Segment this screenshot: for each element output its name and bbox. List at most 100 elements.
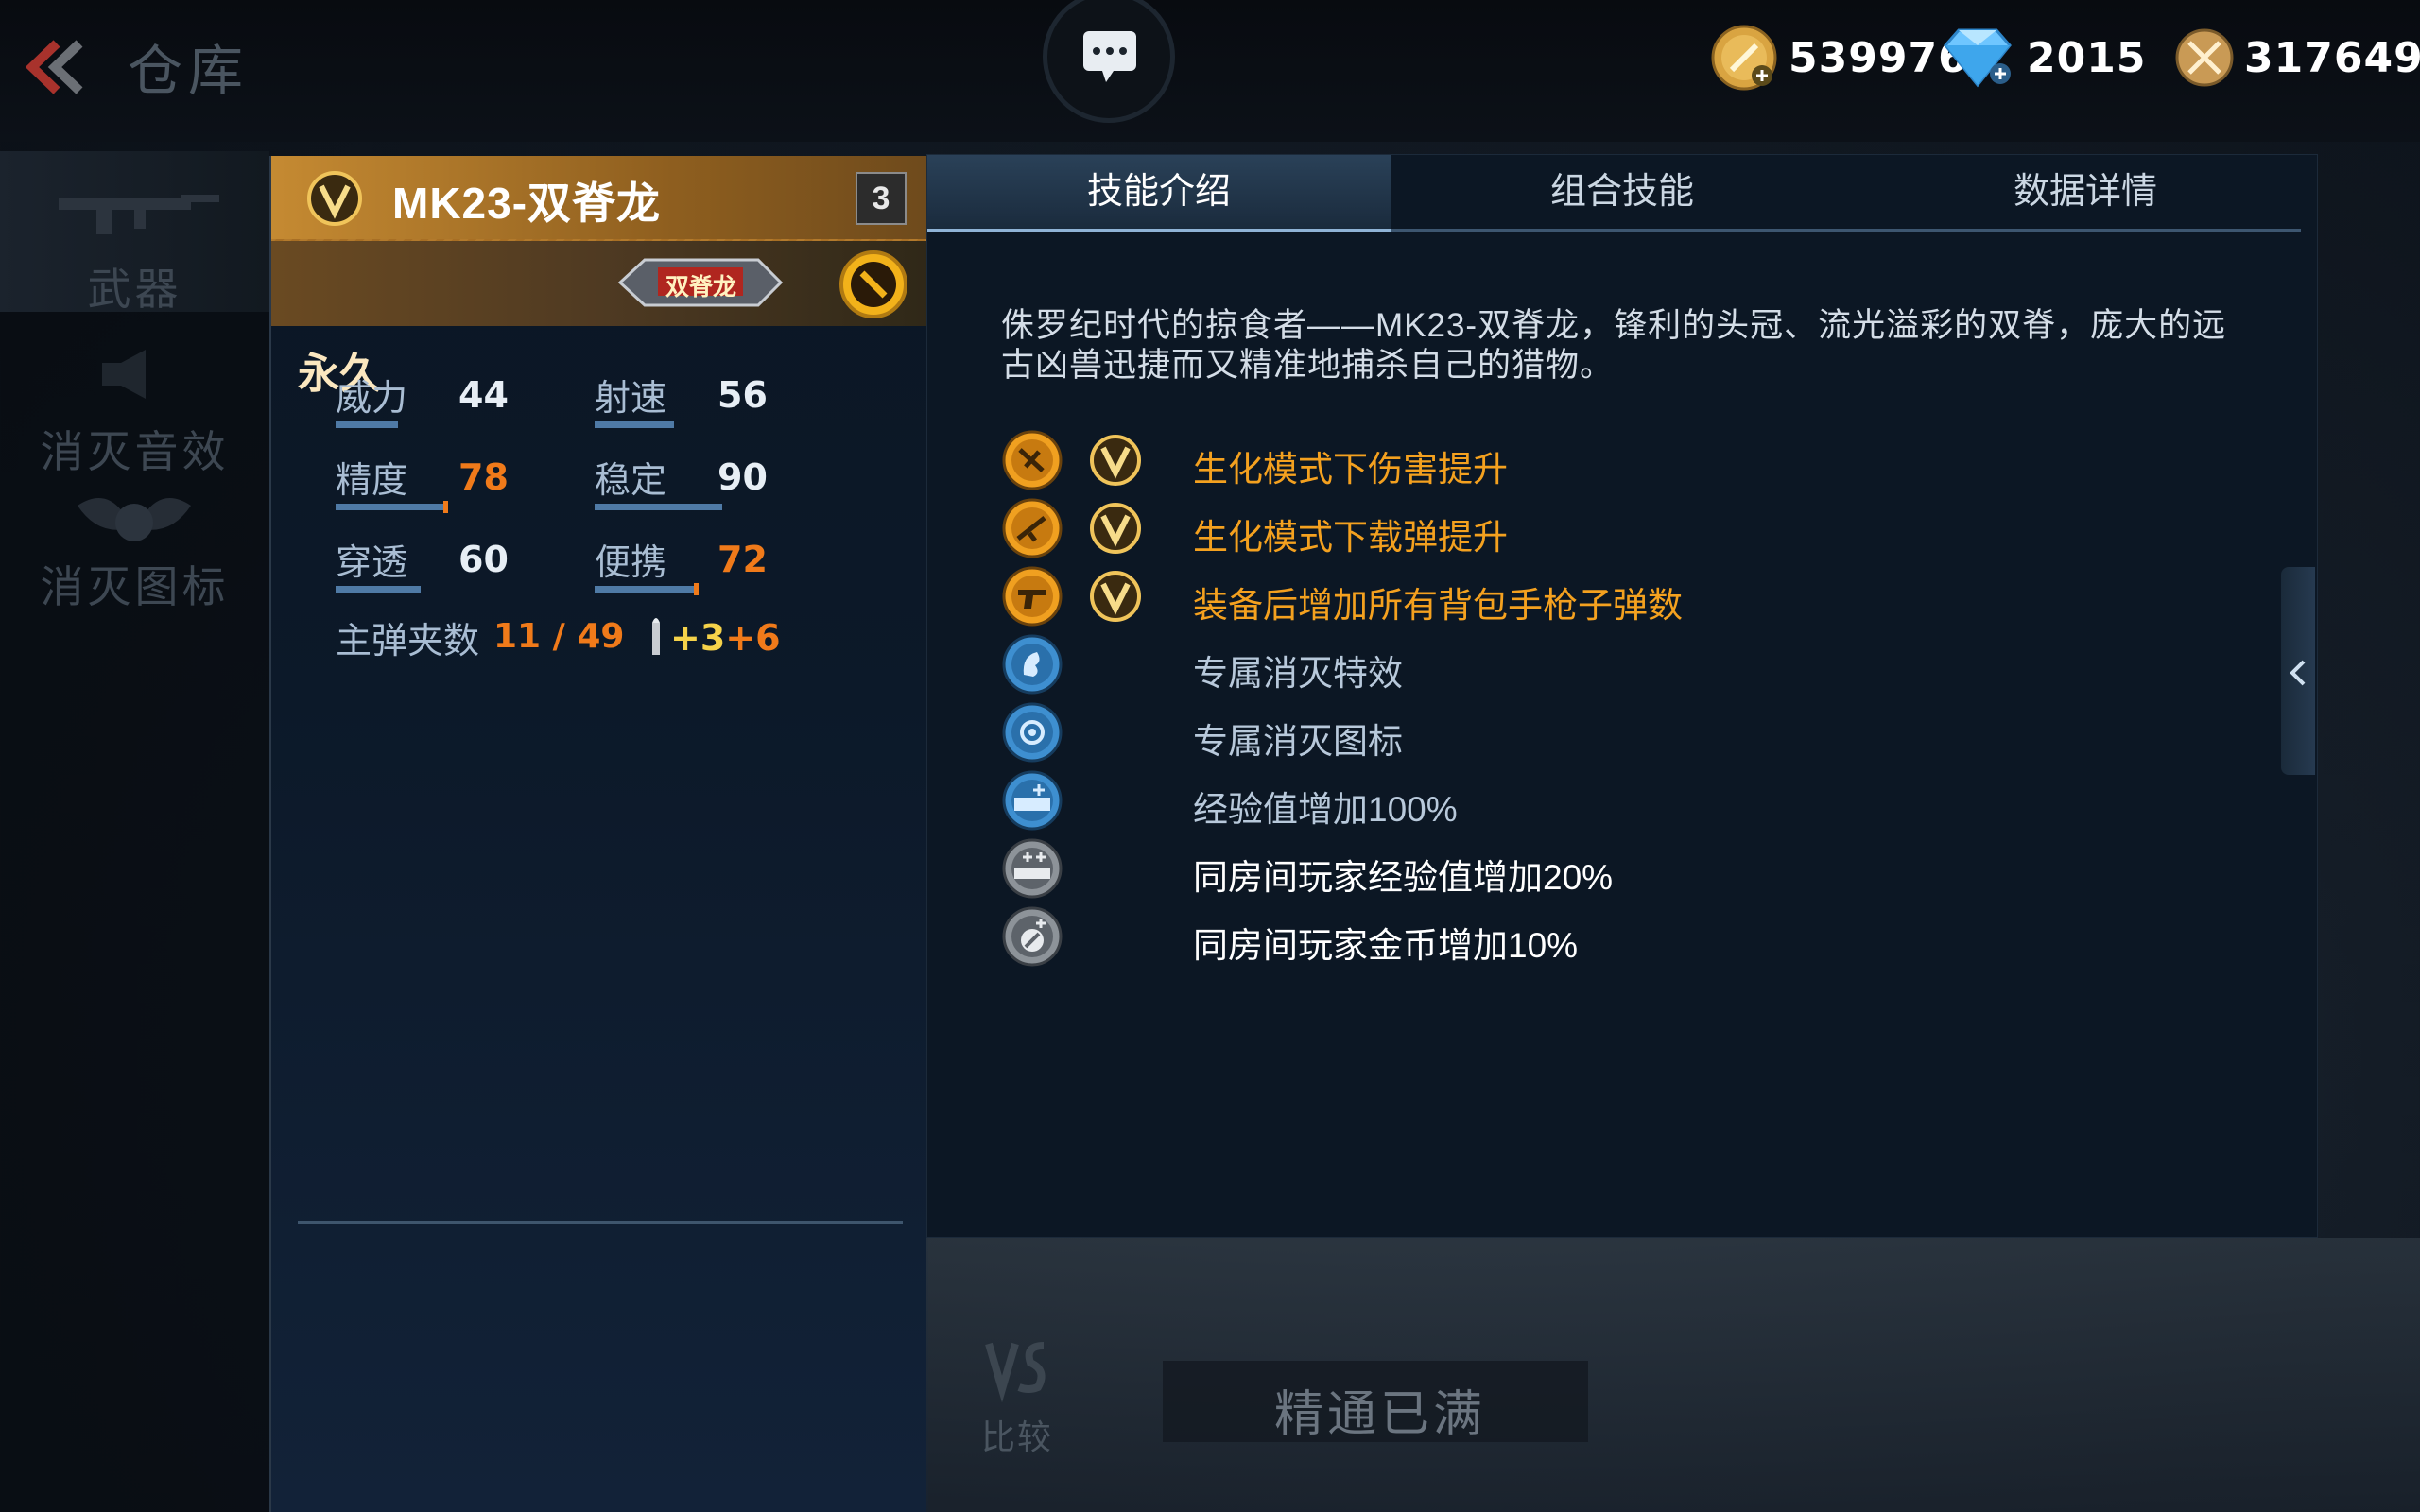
mastery-label: 精通已满 xyxy=(1274,1387,1487,1442)
skill-text: 同房间玩家金币增加10% xyxy=(1193,926,1579,965)
bullet-medal-icon xyxy=(839,250,908,318)
weapon-card-header: MK23-双脊龙 3 永久 双脊龙 xyxy=(271,156,928,397)
stat-value: 44 xyxy=(458,374,509,416)
stat-bar xyxy=(336,421,398,428)
divider xyxy=(298,1221,903,1224)
stat-value: 90 xyxy=(717,456,768,498)
zombie-ammo-icon xyxy=(1002,498,1063,558)
skill-row: 同房间玩家经验值增加20% xyxy=(1001,837,2230,903)
skill-row: 生化模式下载弹提升 xyxy=(1001,497,2230,563)
stat-bar xyxy=(595,504,722,510)
magazine-value: 11 / 49 xyxy=(493,617,625,656)
stat-name: 精度 xyxy=(336,461,408,501)
sidebar-item-weapons[interactable]: 武器 xyxy=(0,151,269,314)
sidebar-item-kill-sound[interactable]: 消灭音效 xyxy=(0,312,269,476)
stat-power: 威力 44 xyxy=(336,369,581,435)
tab-data-details[interactable]: 数据详情 xyxy=(1854,155,2317,229)
diamond-icon xyxy=(1944,28,2012,88)
skill-text: 经验值增加100% xyxy=(1193,790,1458,829)
stat-bar xyxy=(336,586,421,593)
kill-icon-icon xyxy=(1002,702,1063,763)
top-bar: 仓库 539976 2015 317649 xyxy=(0,0,2420,142)
skill-row: 装备后增加所有背包手枪子弹数 xyxy=(1001,565,2230,631)
weapon-subtitle-row: 永久 双脊龙 xyxy=(271,241,928,397)
weapon-level-badge: 3 xyxy=(856,172,907,225)
skill-panel: 技能介绍 组合技能 数据详情 侏罗纪时代的掠食者——MK23-双脊龙，锋利的头冠… xyxy=(926,154,2318,1238)
honor-medal-balance[interactable]: 317649 xyxy=(2174,25,2420,91)
double-chevron-left-icon xyxy=(25,40,83,94)
stat-name: 穿透 xyxy=(336,543,408,583)
skill-row: 专属消灭图标 xyxy=(1001,701,2230,767)
stat-bar-tick xyxy=(694,583,699,595)
stat-fire-rate: 射速 56 xyxy=(595,369,840,435)
versus-icon xyxy=(985,1342,1046,1403)
mastery-status: 精通已满 xyxy=(1163,1361,1588,1442)
page-title: 仓库 xyxy=(128,41,250,102)
vip-v-badge-icon xyxy=(1090,503,1141,554)
skill-row: 专属消灭特效 xyxy=(1001,633,2230,699)
diamond-value: 2015 xyxy=(2027,33,2147,82)
chat-bubble-icon xyxy=(1083,31,1136,82)
stat-bar xyxy=(336,504,446,510)
back-button[interactable] xyxy=(15,34,91,100)
weapon-name: MK23-双脊龙 xyxy=(392,179,662,228)
gold-coin-icon xyxy=(1711,25,1777,91)
skill-text: 专属消灭图标 xyxy=(1193,722,1403,761)
compare-label: 比较 xyxy=(981,1418,1054,1456)
stat-value: 60 xyxy=(458,539,509,580)
stat-value: 78 xyxy=(458,456,509,498)
sidebar-item-kill-icon[interactable]: 消灭图标 xyxy=(0,477,269,638)
stat-penetration: 穿透 60 xyxy=(336,533,581,599)
stat-name: 射速 xyxy=(595,379,667,419)
skill-row: 经验值增加100% xyxy=(1001,769,2230,835)
honor-medal-icon xyxy=(2175,28,2234,87)
weapon-card: MK23-双脊龙 3 永久 双脊龙 威力 44 射速 56 精度 78 稳定 9… xyxy=(269,156,928,1512)
sidebar-item-label: 消灭图标 xyxy=(40,562,230,611)
sidebar-item-label: 消灭音效 xyxy=(40,427,230,476)
ammo-bonus: +3+6 xyxy=(670,617,781,659)
stat-bar xyxy=(595,421,674,428)
stat-bar-tick xyxy=(443,501,448,513)
skill-text: 装备后增加所有背包手枪子弹数 xyxy=(1193,586,1683,625)
stat-value: 56 xyxy=(717,374,768,416)
skill-row: 生化模式下伤害提升 xyxy=(1001,429,2230,495)
gold-coin-balance[interactable]: 539976 xyxy=(1709,25,1968,91)
skill-text: 生化模式下伤害提升 xyxy=(1193,450,1508,489)
pistol-icon xyxy=(1002,566,1063,627)
vip-v-badge-icon xyxy=(307,171,362,226)
stat-portability: 便携 72 xyxy=(595,533,840,599)
room-exp-icon xyxy=(1002,838,1063,899)
kill-effect-icon xyxy=(1002,634,1063,695)
tab-skill-intro[interactable]: 技能介绍 xyxy=(927,155,1391,232)
speaker-icon xyxy=(102,350,146,399)
ammo-bonus-a: +3 xyxy=(670,617,726,659)
vip-v-badge-icon xyxy=(1090,571,1141,622)
tab-combo-skills[interactable]: 组合技能 xyxy=(1391,155,1854,229)
compare-button[interactable]: 比较 xyxy=(972,1332,1076,1456)
bullet-icon xyxy=(652,618,660,655)
stat-name: 便携 xyxy=(595,543,667,583)
stat-bar xyxy=(595,586,697,593)
ammo-bonus-b: +6 xyxy=(725,617,781,659)
chat-button[interactable] xyxy=(1043,0,1175,123)
stat-accuracy: 精度 78 xyxy=(336,451,581,517)
diamond-balance[interactable]: 2015 xyxy=(1938,25,2146,91)
sidebar-item-label: 武器 xyxy=(87,265,182,314)
zombie-damage-icon xyxy=(1002,430,1063,490)
stat-name: 威力 xyxy=(336,379,408,419)
magazine-label: 主弹夹数 xyxy=(336,622,480,662)
tab-bar: 技能介绍 组合技能 数据详情 xyxy=(927,155,2301,232)
stat-name: 稳定 xyxy=(595,461,667,501)
skill-text: 专属消灭特效 xyxy=(1193,654,1403,693)
weapon-title-row: MK23-双脊龙 3 xyxy=(271,156,928,239)
exp-icon xyxy=(1002,770,1063,831)
skill-text: 同房间玩家经验值增加20% xyxy=(1193,858,1614,897)
weapon-tag: 双脊龙 xyxy=(666,274,737,301)
rifle-icon xyxy=(59,195,219,234)
chevron-left-icon xyxy=(2290,660,2306,686)
skill-row: 同房间玩家金币增加10% xyxy=(1001,905,2230,971)
collapse-panel-tab[interactable] xyxy=(2281,567,2315,775)
honor-medal-value: 317649 xyxy=(2244,33,2420,82)
background-scene xyxy=(926,1238,2420,1512)
skill-text: 生化模式下载弹提升 xyxy=(1193,518,1508,557)
